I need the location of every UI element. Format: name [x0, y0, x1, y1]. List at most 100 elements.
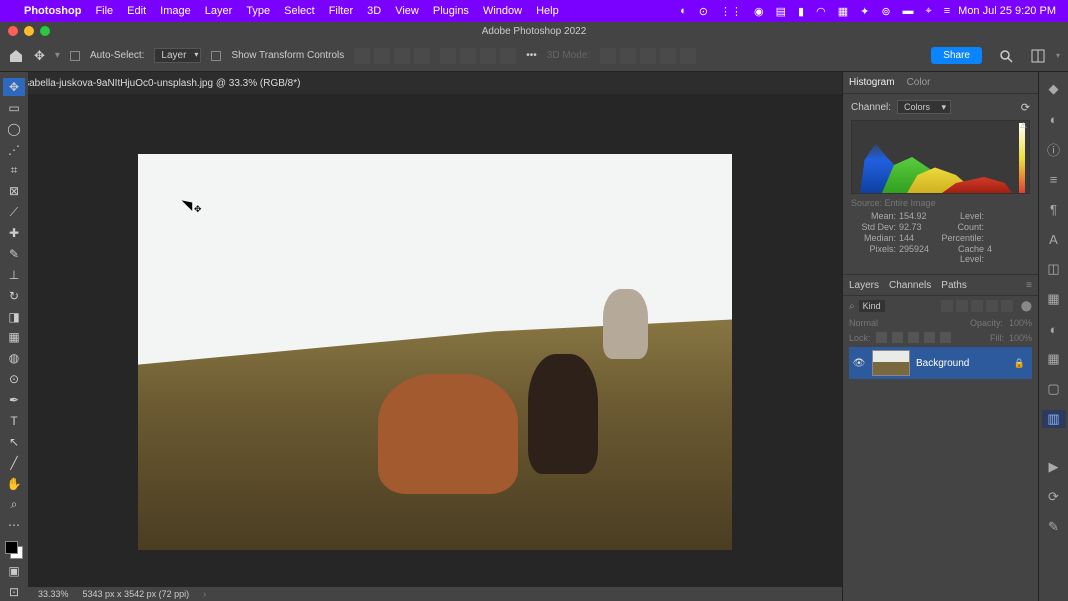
crop-tool[interactable]: ⌗ [3, 162, 25, 180]
color-swatch[interactable] [5, 541, 23, 559]
wifi-icon[interactable]: ⊚ [881, 5, 890, 18]
gradient-tool[interactable]: ▦ [3, 329, 25, 347]
eraser-tool[interactable]: ◨ [3, 308, 25, 326]
status-icon[interactable]: ✦ [860, 5, 869, 18]
pen-tool[interactable]: ✒ [3, 391, 25, 409]
tool-preset-chevron[interactable]: ▾ [55, 50, 60, 61]
lasso-tool[interactable]: ◯ [3, 120, 25, 138]
app-name[interactable]: Photoshop [24, 5, 81, 17]
eyedropper-tool[interactable]: ⟋ [3, 203, 25, 221]
align-right-icon[interactable] [394, 48, 410, 64]
distribute-icon[interactable] [500, 48, 516, 64]
panel-icon[interactable]: ◐ [1045, 110, 1063, 128]
menu-3d[interactable]: 3D [367, 5, 381, 17]
canvas-area[interactable] [28, 94, 842, 587]
history-brush-tool[interactable]: ↻ [3, 287, 25, 305]
edit-toolbar[interactable]: ⋯ [3, 516, 25, 534]
hand-tool[interactable]: ✋ [3, 475, 25, 493]
status-icon[interactable]: ◉ [754, 5, 764, 18]
auto-select-dropdown[interactable]: Layer [154, 48, 201, 63]
frame-tool[interactable]: ⊠ [3, 182, 25, 200]
play-icon[interactable]: ▶ [1045, 458, 1063, 476]
stamp-tool[interactable]: ⊥ [3, 266, 25, 284]
menubar-clock[interactable]: Mon Jul 25 9:20 PM [958, 5, 1056, 17]
dimensions-readout[interactable]: 5343 px x 3542 px (72 ppi) [83, 589, 190, 599]
home-icon[interactable] [8, 48, 24, 64]
lock-position-icon[interactable] [908, 332, 919, 343]
tab-layers[interactable]: Layers [849, 280, 879, 291]
close-window-button[interactable] [8, 26, 18, 36]
filter-shape-icon[interactable] [986, 300, 998, 312]
battery-icon[interactable]: ▬ [903, 5, 914, 17]
workspace-icon[interactable] [1030, 48, 1046, 64]
align-more-icon[interactable] [414, 48, 430, 64]
transform-checkbox[interactable] [211, 51, 221, 61]
tab-histogram[interactable]: Histogram [849, 77, 895, 88]
layer-name[interactable]: Background [916, 358, 969, 369]
options-more-icon[interactable]: ••• [526, 50, 537, 61]
path-tool[interactable]: ↖ [3, 433, 25, 451]
status-icon[interactable]: ⋮⋮ [720, 5, 742, 18]
shape-tool[interactable]: ╱ [3, 454, 25, 472]
document-canvas[interactable] [138, 154, 732, 550]
panel-icon[interactable]: ▢ [1045, 380, 1063, 398]
brush-tool[interactable]: ✎ [3, 245, 25, 263]
status-icon[interactable]: ▮ [798, 5, 804, 18]
zoom-tool[interactable]: ⌕ [3, 496, 25, 514]
align-center-icon[interactable] [374, 48, 390, 64]
zoom-readout[interactable]: 33.33% [38, 589, 69, 599]
dodge-tool[interactable]: ⊙ [3, 370, 25, 388]
screen-mode[interactable]: ⊡ [3, 583, 25, 601]
quickmask-toggle[interactable]: ▣ [3, 562, 25, 580]
status-icon[interactable]: ⊙ [699, 5, 708, 18]
kind-search-icon[interactable]: ⌕ [849, 301, 855, 312]
menubar-status-icons[interactable]: ◐ ⊙ ⋮⋮ ◉ ▤ ▮ ◠ ▦ ✦ ⊚ ▬ ⌖ ≡ [680, 5, 950, 18]
panel-menu-icon[interactable]: ≡ [1026, 280, 1032, 291]
status-chevron-icon[interactable]: › [203, 589, 206, 599]
filter-adjust-icon[interactable] [956, 300, 968, 312]
kind-filter[interactable]: Kind [859, 300, 885, 312]
panel-icon-active[interactable]: ▥ [1042, 410, 1066, 428]
auto-select-checkbox[interactable] [70, 51, 80, 61]
search-icon[interactable] [998, 48, 1014, 64]
share-button[interactable]: Share [931, 47, 982, 64]
panel-icon[interactable]: ◫ [1045, 260, 1063, 278]
maximize-window-button[interactable] [40, 26, 50, 36]
align-left-icon[interactable] [354, 48, 370, 64]
lock-all-icon[interactable] [940, 332, 951, 343]
control-center-icon[interactable]: ≡ [944, 5, 950, 17]
filter-image-icon[interactable] [941, 300, 953, 312]
fill-value[interactable]: 100% [1009, 333, 1032, 343]
histogram-chart[interactable]: ⚠ [851, 120, 1030, 194]
distribute-icon[interactable] [480, 48, 496, 64]
visibility-icon[interactable]: 👁 [852, 358, 866, 369]
panel-icon[interactable]: ◆ [1045, 80, 1063, 98]
menu-image[interactable]: Image [160, 5, 191, 17]
panel-icon[interactable]: ◐ [1045, 320, 1063, 338]
status-icon[interactable]: ◠ [816, 5, 826, 18]
warning-icon[interactable]: ⚠ [1020, 121, 1027, 130]
move-tool-indicator[interactable]: ✥ [34, 48, 45, 64]
blend-mode-dropdown[interactable]: Normal [849, 318, 878, 328]
tab-paths[interactable]: Paths [941, 280, 967, 291]
panel-icon[interactable]: ≡ [1045, 170, 1063, 188]
panel-icon[interactable]: ✎ [1045, 518, 1063, 536]
filter-smart-icon[interactable] [1001, 300, 1013, 312]
menu-edit[interactable]: Edit [127, 5, 146, 17]
menu-window[interactable]: Window [483, 5, 522, 17]
menu-select[interactable]: Select [284, 5, 315, 17]
type-tool[interactable]: T [3, 412, 25, 430]
layer-row-background[interactable]: 👁 Background 🔒 [849, 347, 1032, 379]
menu-filter[interactable]: Filter [329, 5, 353, 17]
lock-artboard-icon[interactable] [924, 332, 935, 343]
lock-icon[interactable]: 🔒 [1014, 358, 1025, 369]
layer-thumbnail[interactable] [872, 350, 910, 376]
menu-file[interactable]: File [95, 5, 113, 17]
minimize-window-button[interactable] [24, 26, 34, 36]
status-icon[interactable]: ▤ [776, 5, 786, 18]
panel-icon[interactable]: ⓘ [1045, 140, 1063, 158]
selection-tool[interactable]: ⋰ [3, 141, 25, 159]
menu-type[interactable]: Type [246, 5, 270, 17]
traffic-lights[interactable] [8, 26, 50, 36]
blur-tool[interactable]: ◍ [3, 349, 25, 367]
